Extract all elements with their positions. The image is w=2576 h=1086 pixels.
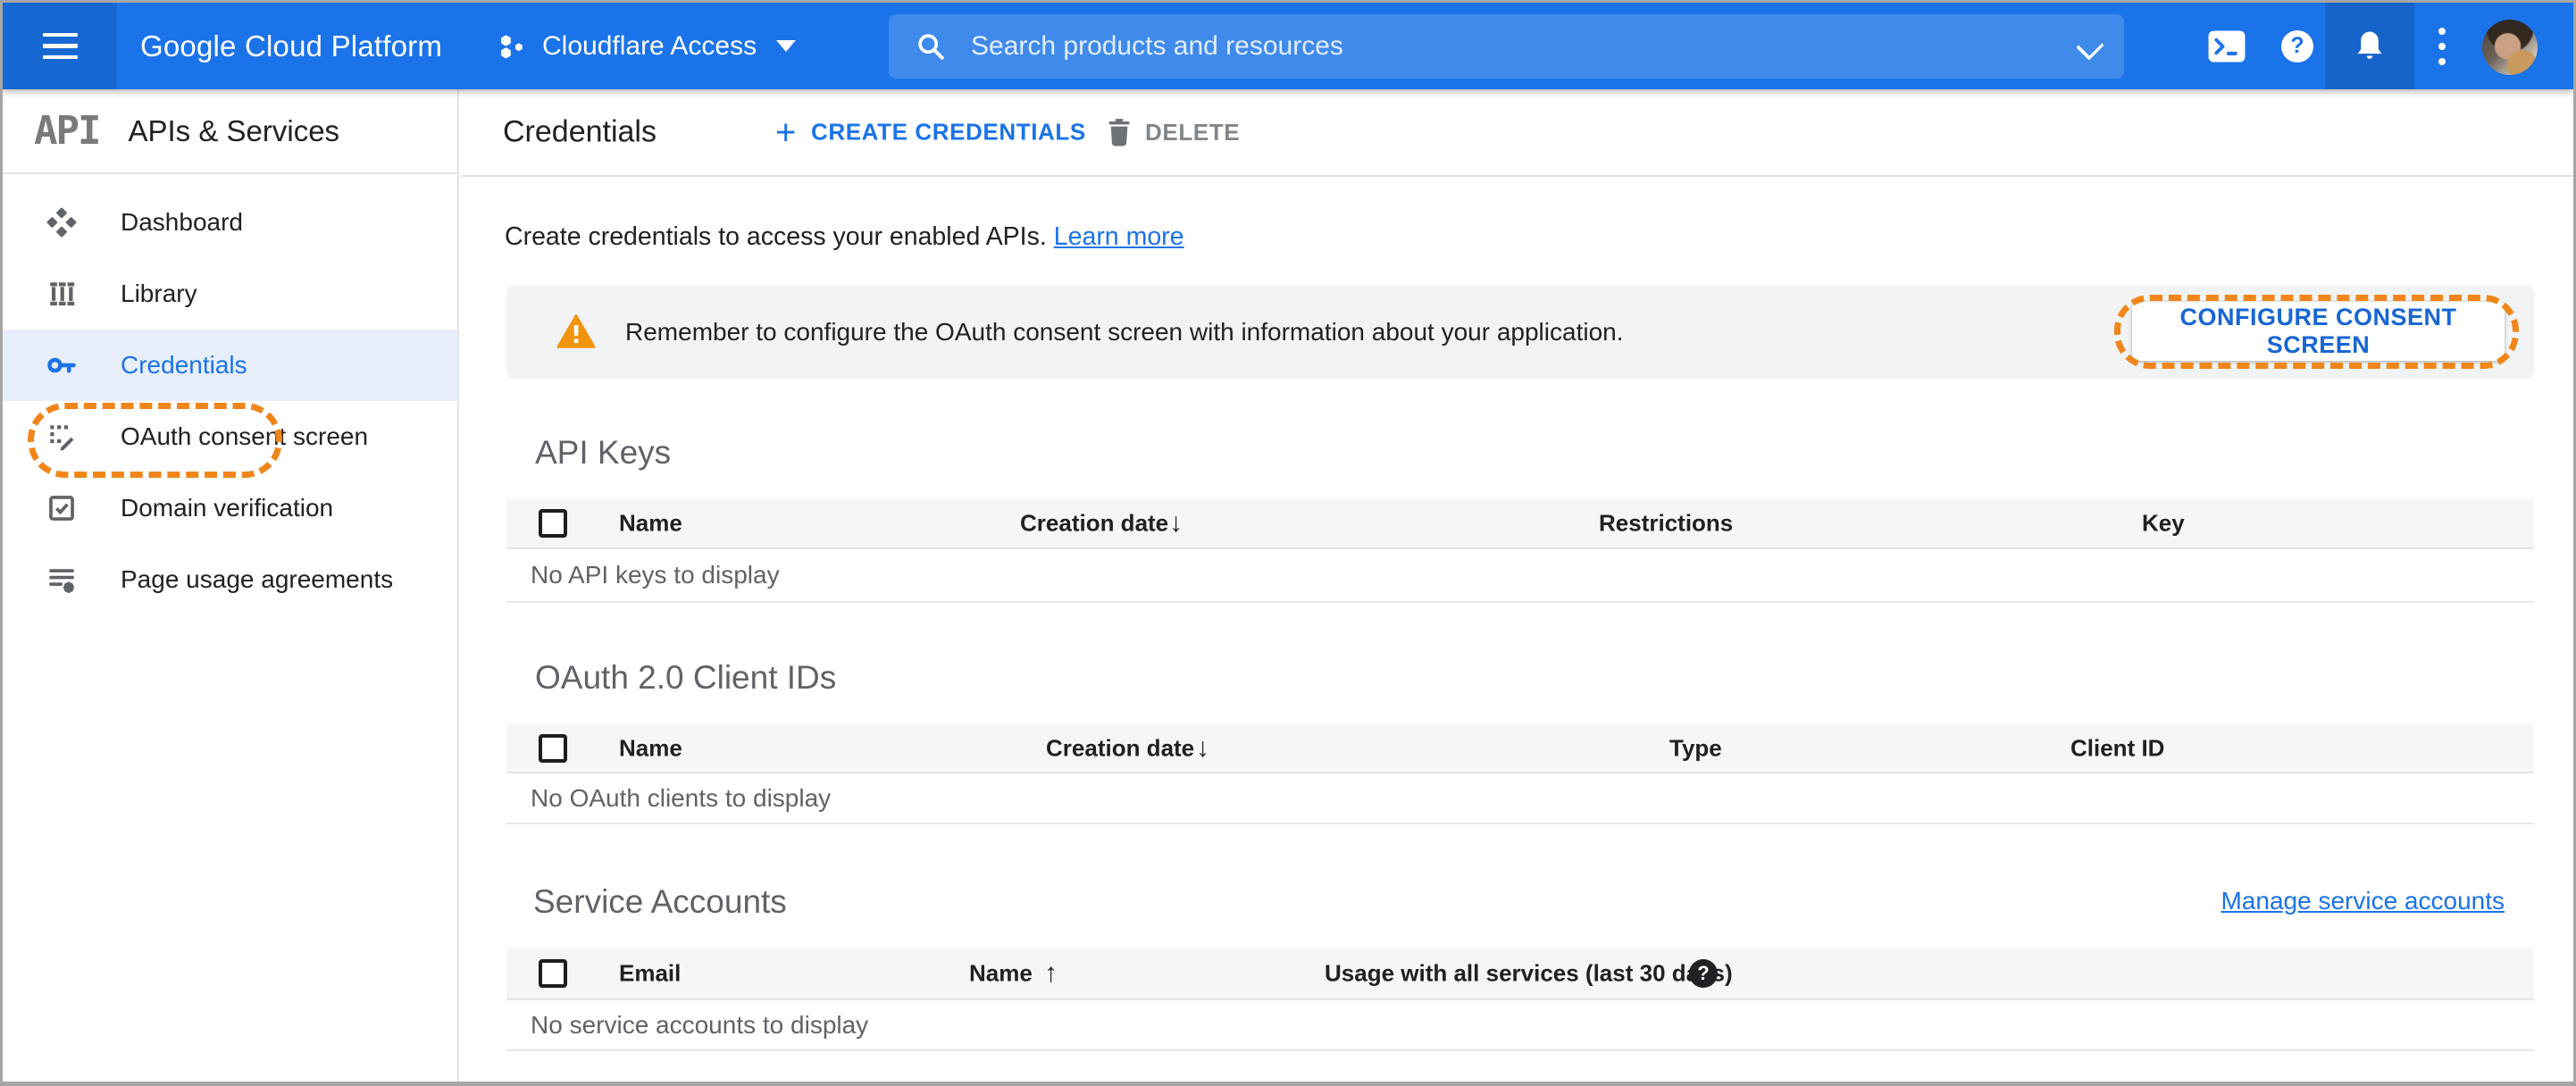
consent-warning-banner: Remember to configure the OAuth consent … [506, 286, 2534, 379]
hamburger-icon [42, 32, 78, 60]
top-app-bar: Google Cloud Platform Cloudflare Access [3, 3, 2573, 89]
sort-descending-icon[interactable]: ↓ [1196, 733, 1209, 764]
sidebar-item-page-usage-agreements[interactable]: Page usage agreements [3, 544, 457, 615]
gcp-console-window: Google Cloud Platform Cloudflare Access [0, 0, 2576, 1086]
column-header-name[interactable]: Name [619, 510, 682, 538]
main-content: Credentials + CREATE CREDENTIALS DELETE … [461, 89, 2573, 1082]
agreements-gear-icon [46, 564, 78, 596]
column-header-client-id[interactable]: Client ID [2070, 734, 2164, 762]
cloud-shell-button[interactable] [2193, 3, 2261, 89]
column-header-name[interactable]: Name [969, 960, 1033, 988]
column-header-usage[interactable]: Usage with all services (last 30 days) [1325, 960, 1733, 988]
trash-icon [1108, 119, 1130, 146]
usage-help-icon[interactable]: ? [1689, 959, 1718, 988]
cloud-shell-icon [2208, 29, 2246, 63]
sidebar-header: API APIs & Services [3, 89, 457, 174]
learn-more-link[interactable]: Learn more [1054, 222, 1184, 251]
library-icon [46, 278, 78, 310]
service-accounts-table-header: Email Name ↑ Usage with all services (la… [506, 948, 2534, 1000]
column-header-name[interactable]: Name [619, 734, 682, 762]
gcp-logo[interactable]: Google Cloud Platform [121, 3, 442, 89]
banner-message: Remember to configure the OAuth consent … [625, 318, 1624, 346]
oauth-select-all-checkbox[interactable] [539, 733, 567, 763]
configure-consent-screen-button[interactable]: CONFIGURE CONSENT SCREEN [2132, 302, 2505, 361]
search-icon [918, 34, 944, 60]
user-avatar[interactable] [2482, 20, 2538, 75]
sort-descending-icon[interactable]: ↓ [1169, 508, 1183, 539]
sidebar-item-oauth-consent-screen[interactable]: OAuth consent screen [3, 401, 457, 472]
service-accounts-heading: Service Accounts [533, 883, 787, 920]
api-keys-select-all-checkbox[interactable] [539, 509, 567, 538]
sidebar-item-domain-verification[interactable]: Domain verification [3, 472, 457, 544]
column-header-creation-date[interactable]: Creation date [1020, 510, 1168, 538]
search-input[interactable] [969, 30, 2097, 63]
project-caret-icon [776, 40, 797, 52]
oauth-clients-heading: OAuth 2.0 Client IDs [535, 659, 837, 696]
sort-ascending-icon[interactable]: ↑ [1044, 958, 1058, 989]
help-button[interactable]: ? [2263, 3, 2331, 89]
sidebar-item-library[interactable]: Library [3, 258, 457, 330]
api-keys-heading: API Keys [535, 434, 672, 471]
api-keys-empty-row: No API keys to display [506, 549, 2534, 603]
sidebar: API APIs & Services Dashboard Library Cr… [3, 89, 459, 1082]
page-title: Credentials [503, 114, 657, 149]
api-product-icon: API [34, 108, 101, 154]
delete-button[interactable]: DELETE [1106, 117, 1240, 147]
sidebar-title: APIs & Services [128, 113, 340, 147]
oauth-clients-empty-row: No OAuth clients to display [506, 773, 2534, 824]
column-header-creation-date[interactable]: Creation date [1046, 734, 1194, 762]
search-bar[interactable] [889, 14, 2124, 79]
column-header-restrictions[interactable]: Restrictions [1599, 510, 1733, 538]
service-accounts-select-all-checkbox[interactable] [539, 959, 567, 988]
column-header-type[interactable]: Type [1669, 734, 1722, 762]
consent-screen-icon [46, 421, 78, 453]
sidebar-item-credentials[interactable]: Credentials [3, 330, 457, 401]
kebab-menu-icon [2438, 27, 2446, 65]
intro-text: Create credentials to access your enable… [505, 222, 1184, 251]
plus-icon: + [775, 113, 797, 152]
column-header-key[interactable]: Key [2142, 510, 2185, 538]
column-header-email[interactable]: Email [619, 960, 681, 988]
more-options-button[interactable] [2408, 3, 2476, 89]
project-hexagons-icon [501, 34, 523, 58]
project-name: Cloudflare Access [542, 30, 757, 61]
sidebar-menu: Dashboard Library Credentials OAuth cons… [3, 174, 457, 615]
project-selector[interactable]: Cloudflare Access [499, 3, 797, 89]
manage-service-accounts-link[interactable]: Manage service accounts [2221, 887, 2505, 915]
help-icon: ? [2281, 29, 2313, 63]
service-accounts-empty-row: No service accounts to display [506, 1000, 2534, 1051]
oauth-clients-table-header: Name Creation date ↓ Type Client ID [506, 724, 2534, 773]
domain-verification-icon [46, 492, 78, 524]
dashboard-icon [46, 206, 78, 238]
notifications-button[interactable] [2325, 3, 2414, 89]
sidebar-item-dashboard[interactable]: Dashboard [3, 187, 457, 258]
warning-icon [556, 314, 596, 348]
api-keys-table-header: Name Creation date ↓ Restrictions Key [506, 499, 2534, 549]
hamburger-menu-button[interactable] [3, 3, 117, 89]
key-icon [46, 349, 78, 381]
create-credentials-button[interactable]: + CREATE CREDENTIALS [775, 113, 1086, 152]
bell-icon [2357, 31, 2382, 59]
page-header: Credentials + CREATE CREDENTIALS DELETE [461, 89, 2573, 177]
